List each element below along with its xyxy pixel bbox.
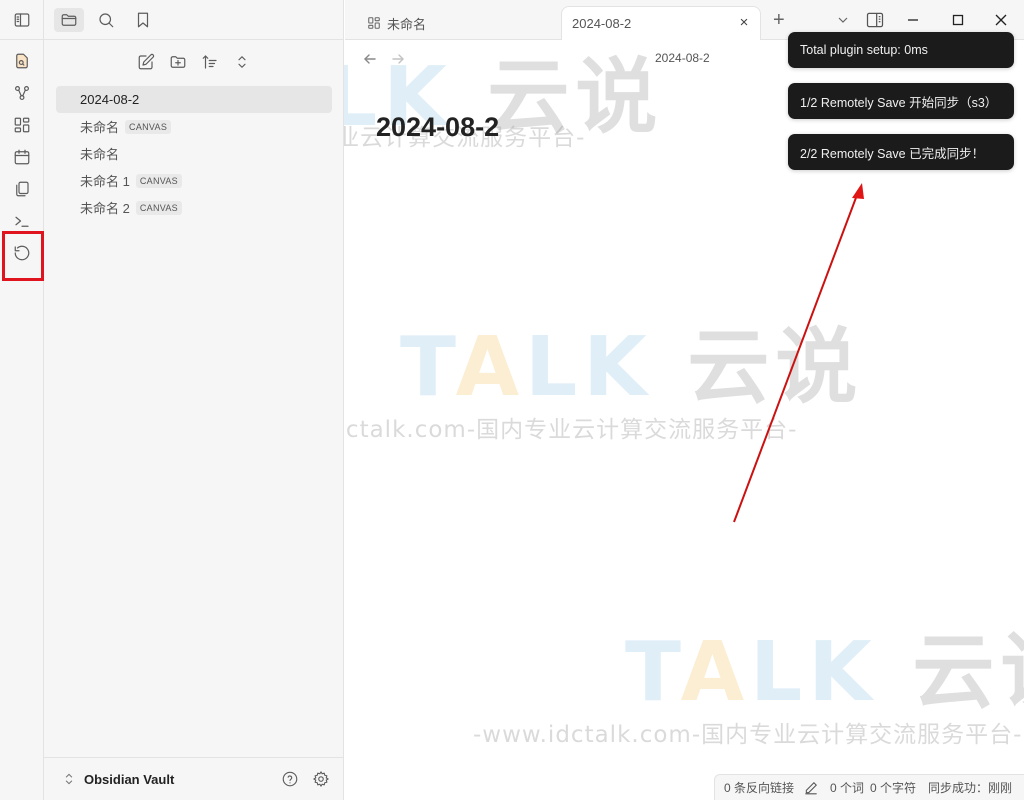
char-count: 0 个字符 xyxy=(870,781,917,795)
notice-text: 1/2 Remotely Save 开始同步（s3） xyxy=(800,95,998,110)
notice-toast[interactable]: 2/2 Remotely Save 已完成同步！ xyxy=(788,134,1014,170)
vault-chevrons-icon[interactable] xyxy=(62,771,76,787)
templates-copy-icon[interactable] xyxy=(11,178,33,200)
folder-icon xyxy=(61,14,77,26)
new-note-button[interactable] xyxy=(134,50,158,74)
close-tab-icon[interactable]: × xyxy=(736,15,752,31)
file-name: 未命名 xyxy=(80,120,120,135)
note-title[interactable]: 2024-08-2 xyxy=(376,112,499,143)
word-count: 0 个词 xyxy=(830,781,865,795)
sidebar-tab-strip xyxy=(44,0,344,40)
arrow-right-icon xyxy=(392,54,404,64)
help-icon xyxy=(282,771,298,787)
left-ribbon xyxy=(0,0,44,800)
command-palette-icon[interactable] xyxy=(11,210,33,232)
annotation-arrow-line xyxy=(733,194,858,523)
navigate-forward-button[interactable] xyxy=(390,51,406,67)
notice-text: Total plugin setup: 0ms xyxy=(800,43,928,57)
chevrons-up-down-icon xyxy=(238,56,246,68)
navigate-back-button[interactable] xyxy=(362,51,378,67)
file-name: 2024-08-2 xyxy=(80,92,140,107)
close-icon xyxy=(995,14,1007,26)
file-explorer-sidebar: 2024-08-2 未命名 CANVAS 未命名 未命名 1 CANVAS 未命名 … xyxy=(44,0,344,800)
file-name: 未命名 xyxy=(80,147,120,162)
daily-note-calendar-icon[interactable] xyxy=(11,146,33,168)
sort-icon xyxy=(202,55,217,69)
watermark-logo-bottom: TALK 云说 xyxy=(625,625,1024,720)
file-item[interactable]: 未命名 1 CANVAS xyxy=(56,167,332,194)
sort-button[interactable] xyxy=(198,50,222,74)
tab-untitled-canvas[interactable]: 未命名 xyxy=(367,6,426,40)
gear-icon xyxy=(313,771,329,787)
notice-toast[interactable]: 1/2 Remotely Save 开始同步（s3） xyxy=(788,83,1014,119)
file-list: 2024-08-2 未命名 CANVAS 未命名 未命名 1 CANVAS 未命名 … xyxy=(56,86,332,221)
annotation-highlight-box xyxy=(2,231,44,281)
watermark-url-bottom: -www.idctalk.com-国内专业云计算交流服务平台- xyxy=(473,722,1023,748)
obsidian-window: TALK 云说 -www.idctalk.com-国内专业云计算交流服务平台- … xyxy=(0,0,1024,800)
toggle-sidebar-icon[interactable] xyxy=(11,9,33,31)
tab-files[interactable] xyxy=(54,8,84,32)
status-bar: 0 条反向链接 0 个词 0 个字符 同步成功：刚刚 xyxy=(714,774,1024,800)
search-icon xyxy=(99,13,114,28)
sync-status[interactable]: 同步成功：刚刚 xyxy=(928,779,1012,796)
tab-list-chevron-down-icon[interactable] xyxy=(835,12,851,28)
help-button[interactable] xyxy=(280,769,300,789)
canvas-icon xyxy=(368,17,380,29)
vault-name[interactable]: Obsidian Vault xyxy=(84,772,174,787)
new-tab-button[interactable]: + xyxy=(773,10,785,30)
notice-toast[interactable]: Total plugin setup: 0ms xyxy=(788,32,1014,68)
annotation-arrow-head xyxy=(852,183,864,199)
collapse-expand-button[interactable] xyxy=(230,50,254,74)
file-item[interactable]: 未命名 2 CANVAS xyxy=(56,194,332,221)
file-name: 未命名 2 xyxy=(80,201,130,216)
view-header-title[interactable]: 2024-08-2 xyxy=(655,51,710,65)
file-item[interactable]: 未命名 xyxy=(56,140,332,167)
vault-switcher-bar: Obsidian Vault xyxy=(44,757,344,800)
toggle-right-sidebar-icon[interactable] xyxy=(865,10,885,30)
settings-button[interactable] xyxy=(311,769,331,789)
notice-text: 2/2 Remotely Save 已完成同步！ xyxy=(800,146,985,161)
maximize-icon xyxy=(952,14,964,26)
canvas-badge: CANVAS xyxy=(135,200,182,215)
edit-mode-pencil-icon[interactable] xyxy=(804,781,818,795)
new-note-icon xyxy=(138,53,155,70)
file-name: 未命名 1 xyxy=(80,174,130,189)
new-folder-button[interactable] xyxy=(166,50,190,74)
tab-2024-08-2[interactable]: 2024-08-2 × xyxy=(561,6,761,40)
file-item[interactable]: 2024-08-2 xyxy=(56,86,332,113)
maximize-button[interactable] xyxy=(948,10,968,30)
bookmark-icon xyxy=(137,12,149,28)
search-file-icon[interactable] xyxy=(11,50,33,72)
graph-view-icon[interactable] xyxy=(11,82,33,104)
tab-bookmarks[interactable] xyxy=(128,8,158,32)
ribbon-top xyxy=(0,0,44,40)
minimize-icon xyxy=(908,19,918,21)
canvas-badge: CANVAS xyxy=(135,173,182,188)
file-item[interactable]: 未命名 CANVAS xyxy=(56,113,332,140)
canvas-badge: CANVAS xyxy=(125,119,172,134)
tab-label: 2024-08-2 xyxy=(572,16,632,31)
canvas-icon[interactable] xyxy=(11,114,33,136)
minimize-button[interactable] xyxy=(903,10,923,30)
backlinks-count[interactable]: 0 条反向链接 xyxy=(724,779,794,796)
tab-search[interactable] xyxy=(91,8,121,32)
new-folder-icon xyxy=(170,56,186,68)
tab-label: 未命名 xyxy=(387,16,427,32)
close-window-button[interactable] xyxy=(991,10,1011,30)
arrow-left-icon xyxy=(364,54,376,64)
